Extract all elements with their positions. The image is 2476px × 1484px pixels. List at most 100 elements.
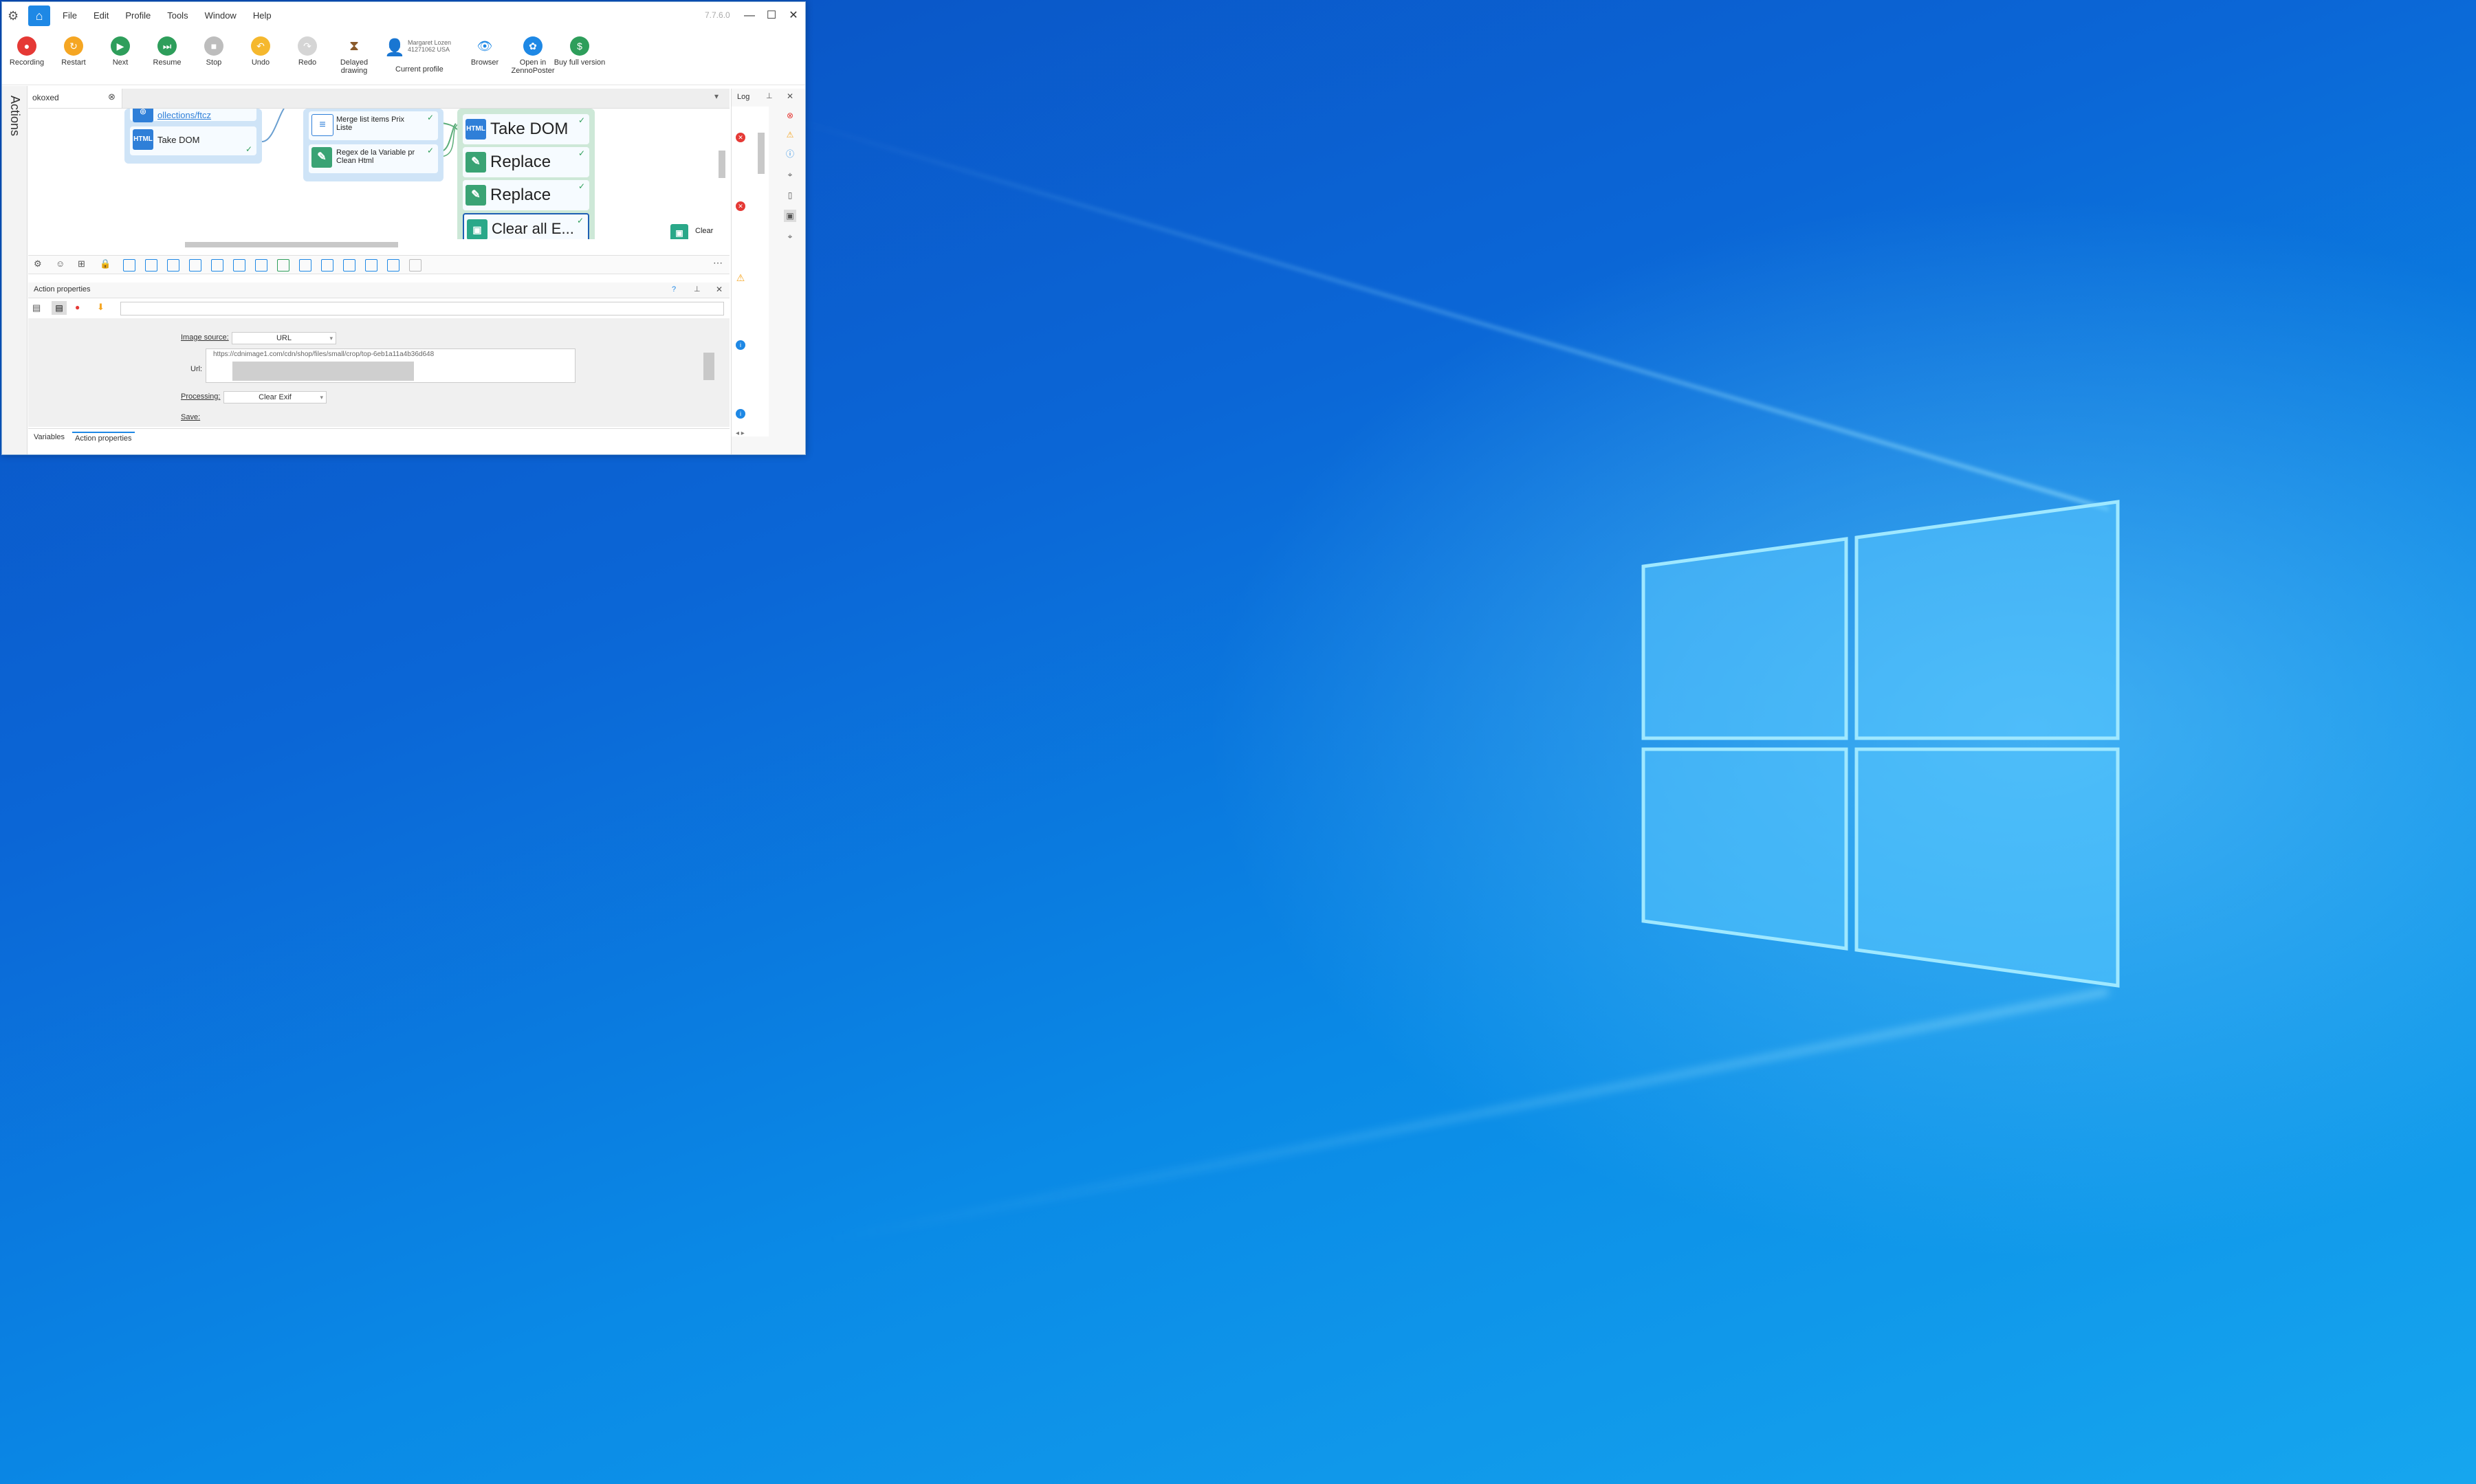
close-button[interactable]: ✕ xyxy=(783,8,804,24)
menu-help[interactable]: Help xyxy=(248,9,277,22)
action-filter-icon[interactable] xyxy=(365,259,377,272)
regex-node[interactable]: ✎ Regex de la Variable pr Clean Html ✓ xyxy=(309,144,438,173)
image-source-select[interactable]: URL ▾ xyxy=(232,332,336,344)
minimize-button[interactable]: — xyxy=(739,8,760,24)
stop-button[interactable]: ■ Stop xyxy=(192,36,236,67)
action-filter-icon[interactable] xyxy=(167,259,179,272)
regex-label: Regex de la Variable pr Clean Html xyxy=(336,148,415,165)
scroll-arrows-icon[interactable]: ◂ ▸ xyxy=(736,430,745,437)
restart-button[interactable]: ↻ Restart xyxy=(52,36,96,67)
close-panel-icon[interactable]: ✕ xyxy=(716,285,723,294)
menu-profile[interactable]: Profile xyxy=(120,9,156,22)
action-filter-icon[interactable] xyxy=(255,259,267,272)
menu-file[interactable]: File xyxy=(57,9,83,22)
action-filter-icon[interactable] xyxy=(277,259,289,272)
hourglass-icon: ⧗ xyxy=(344,36,364,56)
info-filter-icon[interactable]: ⓘ xyxy=(784,148,796,160)
action-filter-icon[interactable] xyxy=(211,259,223,272)
restart-icon: ↻ xyxy=(64,36,83,56)
action-group-green: HTML Take DOM ✓ ✎ Replace ✓ ✎ Replace ✓ … xyxy=(457,109,595,239)
tab-action-properties[interactable]: Action properties xyxy=(72,432,135,444)
settings-tab-icon[interactable]: ▤ xyxy=(52,301,67,315)
action-filter-icon[interactable] xyxy=(123,259,135,272)
recording-button[interactable]: ● Recording xyxy=(5,36,49,67)
project-canvas[interactable]: ◎ ollections/ftcz HTML Take DOM ✓ ≡ Merg… xyxy=(28,109,723,239)
close-tab-icon[interactable]: ⊗ xyxy=(108,91,116,102)
actions-sidebar[interactable]: Actions xyxy=(2,86,28,454)
current-profile-label: Current profile xyxy=(395,65,443,74)
action-filter-icon[interactable] xyxy=(233,259,245,272)
canvas-vertical-scrollbar[interactable] xyxy=(717,113,727,230)
list-icon: ≡ xyxy=(311,114,333,136)
replace-node-2[interactable]: ✎ Replace ✓ xyxy=(463,180,589,210)
home-button[interactable]: ⌂ xyxy=(28,5,50,26)
image-filter-icon[interactable]: ▣ xyxy=(784,210,796,222)
tag-icon[interactable]: ⌖ xyxy=(784,230,796,243)
menu-window[interactable]: Window xyxy=(199,9,242,22)
tab-variables[interactable]: Variables xyxy=(31,432,67,443)
action-filter-icon[interactable] xyxy=(387,259,399,272)
close-log-icon[interactable]: ✕ xyxy=(787,91,793,101)
lock-icon[interactable]: 🔒 xyxy=(100,258,111,269)
help-icon[interactable]: ? xyxy=(672,285,676,294)
delayed-drawing-button[interactable]: ⧗ Delayed drawing xyxy=(332,36,376,75)
action-filter-icon[interactable] xyxy=(189,259,201,272)
ribbon-toolbar: ● Recording ↻ Restart ▶ Next ⏭ Resume ■ … xyxy=(2,30,805,85)
buy-full-version-button[interactable]: $ Buy full version xyxy=(552,36,607,67)
tag-filter-icon[interactable]: ⌖ xyxy=(784,168,796,181)
clipboard-icon[interactable]: ▯ xyxy=(784,189,796,201)
pencil-icon: ✎ xyxy=(311,147,332,168)
grid-icon[interactable]: ⊞ xyxy=(78,258,85,269)
url-value: https://cdnimage1.com/cdn/shop/files/sma… xyxy=(213,351,435,358)
user-icon[interactable]: ☺ xyxy=(56,258,65,269)
redo-button[interactable]: ↷ Redo xyxy=(285,36,329,67)
replace-node-1[interactable]: ✎ Replace ✓ xyxy=(463,147,589,177)
warning-filter-icon[interactable]: ⚠ xyxy=(784,129,796,141)
pin-icon[interactable]: ⊥ xyxy=(694,285,701,294)
take-dom-node-small[interactable]: HTML Take DOM ✓ xyxy=(130,126,256,155)
canvas-horizontal-scrollbar[interactable] xyxy=(35,240,716,248)
merge-list-node[interactable]: ≡ Merge list items Prix Liste ✓ xyxy=(309,111,438,140)
record-icon: ● xyxy=(17,36,36,56)
redo-label: Redo xyxy=(298,58,317,67)
arrow-down-icon[interactable]: ⬇ xyxy=(97,302,105,313)
error-filter-icon[interactable]: ⊗ xyxy=(784,109,796,122)
log-title: Log xyxy=(737,93,750,101)
url-input[interactable]: https://cdnimage1.com/cdn/shop/files/sma… xyxy=(206,348,576,383)
menu-edit[interactable]: Edit xyxy=(88,9,114,22)
zennoposter-window: ⚙ ⌂ File Edit Profile Tools Window Help … xyxy=(1,1,806,455)
undo-button[interactable]: ↶ Undo xyxy=(239,36,283,67)
check-icon: ✓ xyxy=(578,148,585,158)
properties-scrollbar[interactable] xyxy=(703,325,714,421)
next-button[interactable]: ▶ Next xyxy=(98,36,142,67)
resume-button[interactable]: ⏭ Resume xyxy=(145,36,189,67)
take-dom-small-label: Take DOM xyxy=(157,135,200,145)
clear-node[interactable]: ▣ Clear xyxy=(668,221,723,239)
properties-icon[interactable]: ▤ xyxy=(32,302,41,313)
check-icon: ✓ xyxy=(576,216,584,225)
tab-dropdown-icon[interactable]: ▾ xyxy=(714,91,719,101)
add-icon[interactable] xyxy=(409,259,421,272)
action-filter-icon[interactable] xyxy=(145,259,157,272)
pin-icon[interactable]: ⊥ xyxy=(766,91,773,100)
project-tab[interactable]: okoxed ⊗ xyxy=(28,89,122,108)
action-filter-icon[interactable] xyxy=(299,259,311,272)
navigate-node[interactable]: ◎ ollections/ftcz xyxy=(130,109,256,122)
action-comment-input[interactable] xyxy=(120,302,724,315)
browser-button[interactable]: 👁 Browser xyxy=(463,36,507,67)
settings-icon[interactable]: ⚙ xyxy=(34,258,42,269)
action-filter-icon[interactable] xyxy=(321,259,333,272)
more-icon[interactable]: ⋯ xyxy=(713,257,723,269)
stop-label: Stop xyxy=(206,58,222,67)
recording-label: Recording xyxy=(9,58,45,67)
take-dom-node[interactable]: HTML Take DOM ✓ xyxy=(463,114,589,144)
processing-select[interactable]: Clear Exif ▾ xyxy=(223,391,327,403)
error-handling-icon[interactable]: ● xyxy=(75,302,80,312)
log-scrollbar[interactable] xyxy=(756,109,766,405)
maximize-button[interactable]: ☐ xyxy=(761,8,782,24)
buy-full-label: Buy full version xyxy=(554,58,606,67)
menu-tools[interactable]: Tools xyxy=(162,9,193,22)
action-filter-icon[interactable] xyxy=(343,259,355,272)
clear-all-exif-node[interactable]: ▣ Clear all E... ✓ xyxy=(463,213,589,239)
close-icon: ✕ xyxy=(789,10,798,21)
